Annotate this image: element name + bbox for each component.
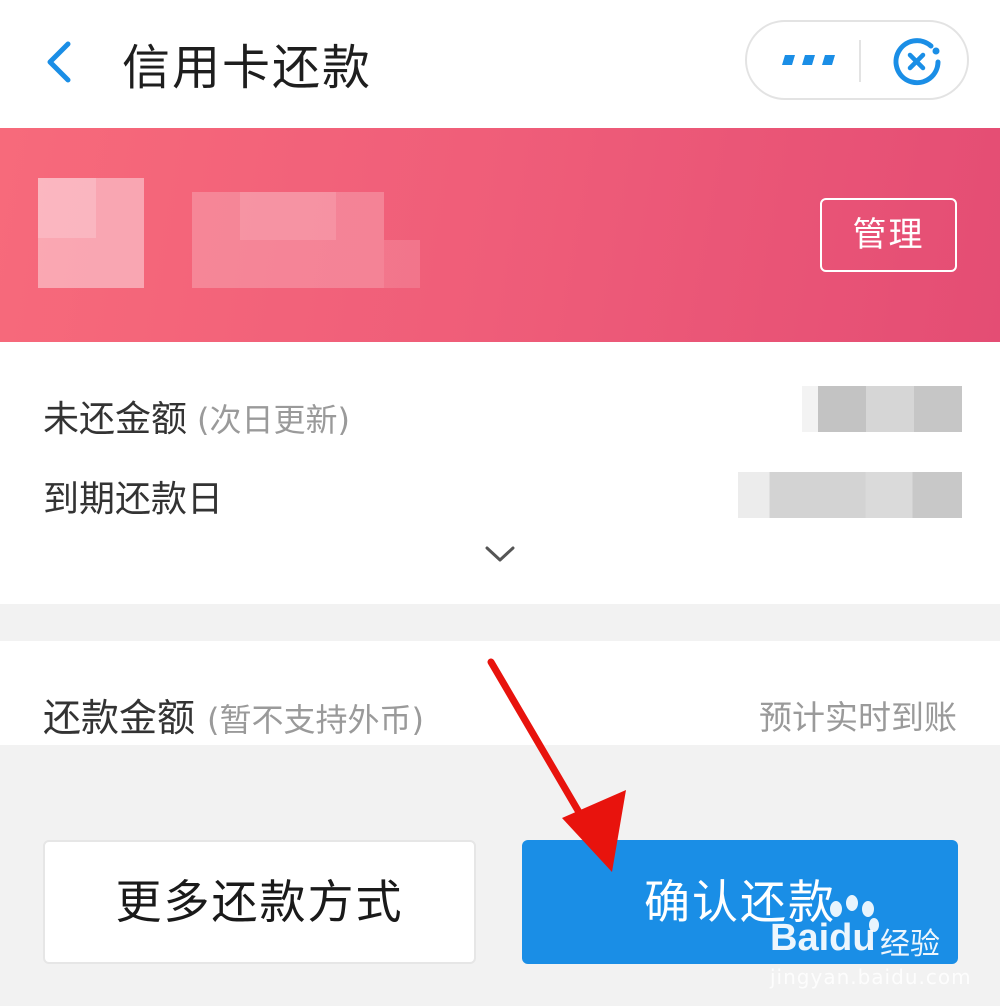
outstanding-amount-redacted [802,386,962,432]
baidu-jingyan-watermark: Baidu 经验 jingyan.baidu.com [770,895,990,990]
outstanding-label: 未还金额 [43,399,188,440]
close-mini-program-icon[interactable] [891,36,943,88]
bill-info-card: 未还金额 (次日更新) 到期还款日 [0,342,1000,604]
more-dots-icon[interactable] [781,52,837,68]
card-name-redacted-tail [384,240,420,288]
amount-row: 还款金额 (暂不支持外币) [43,687,424,742]
header-bar: 信用卡还款 [0,0,1000,128]
watermark-brand: Baidu [770,917,876,959]
page-title: 信用卡还款 [122,40,373,96]
mini-program-capsule [745,20,969,100]
chevron-left-icon[interactable] [40,38,80,86]
amount-note: (暂不支持外币) [207,701,424,739]
manage-button[interactable]: 管理 [820,198,957,272]
more-methods-button[interactable]: 更多还款方式 [43,840,476,964]
due-date-redacted [738,472,962,518]
card-logo-redacted-part [38,178,96,238]
capsule-divider [859,40,861,82]
outstanding-row: 未还金额 (次日更新) [43,390,350,442]
repayment-amount-card: 还款金额 (暂不支持外币) 预计实时到账 [0,641,1000,745]
due-date-row: 到期还款日 [43,470,223,522]
watermark-product: 经验 [880,927,940,962]
amount-label: 还款金额 [43,696,196,740]
arrival-estimate: 预计实时到账 [759,698,957,737]
due-date-label: 到期还款日 [43,479,224,520]
card-name-redacted-part [240,192,336,240]
outstanding-note: (次日更新) [197,401,350,439]
watermark-url: jingyan.baidu.com [770,965,972,989]
chevron-down-icon[interactable] [484,544,516,564]
